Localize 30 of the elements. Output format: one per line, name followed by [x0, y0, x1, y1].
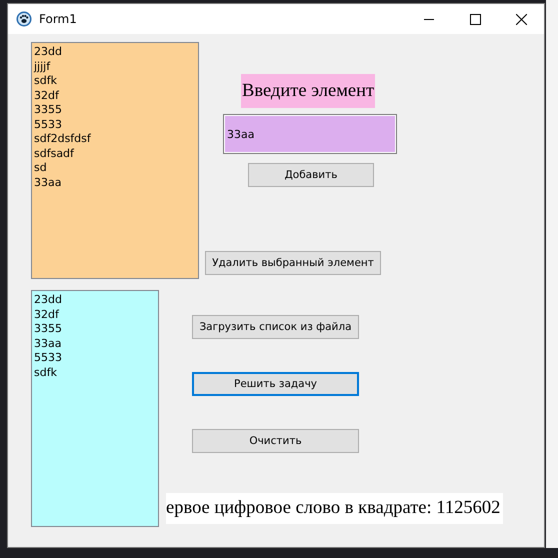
add-button[interactable]: Добавить	[248, 163, 374, 187]
list-item[interactable]: sdf2dsfdsf	[34, 132, 196, 146]
close-icon	[516, 14, 526, 24]
solve-button[interactable]: Решить задачу	[192, 372, 359, 396]
list-item[interactable]: sdfk	[34, 74, 196, 88]
list-item[interactable]: 33aa	[34, 336, 156, 351]
result-label: ервое цифровое слово в квадрате: 1125602	[166, 493, 504, 524]
source-list[interactable]: 23dd jjjjf sdfk 32df 3355 5533 sdf2dsfdsf sdfsadf sd 33aa	[31, 42, 199, 279]
clear-button[interactable]: Очистить	[192, 429, 359, 453]
remove-button[interactable]: Удалить выбранный элемент	[205, 251, 381, 275]
list-item[interactable]: 32df	[34, 308, 156, 322]
load-button[interactable]: Загрузить список из файла	[192, 315, 359, 339]
list-item[interactable]: jjjjf	[34, 60, 196, 74]
paw-icon	[16, 11, 32, 27]
list-item[interactable]: 33aa	[34, 176, 196, 190]
maximize-icon	[470, 14, 480, 24]
list-item[interactable]: sdfsadf	[34, 146, 196, 161]
list-item[interactable]: 23dd	[34, 293, 156, 308]
list-item[interactable]: 23dd	[34, 45, 196, 60]
list-item[interactable]: sd	[34, 161, 196, 176]
result-list[interactable]: 23dd 32df 3355 33aa 5533 sdfk	[31, 290, 159, 527]
list-item[interactable]: 3355	[34, 322, 156, 336]
list-item[interactable]: 5533	[34, 351, 156, 366]
window-title: Form1	[39, 12, 78, 26]
list-item[interactable]: 32df	[34, 88, 196, 103]
list-item[interactable]: 5533	[34, 118, 196, 132]
prompt-label: Введите элемент	[241, 74, 376, 108]
list-item[interactable]: sdfk	[34, 366, 156, 380]
list-item[interactable]: 3355	[34, 103, 196, 118]
input-field[interactable]: 33aa	[223, 114, 397, 154]
